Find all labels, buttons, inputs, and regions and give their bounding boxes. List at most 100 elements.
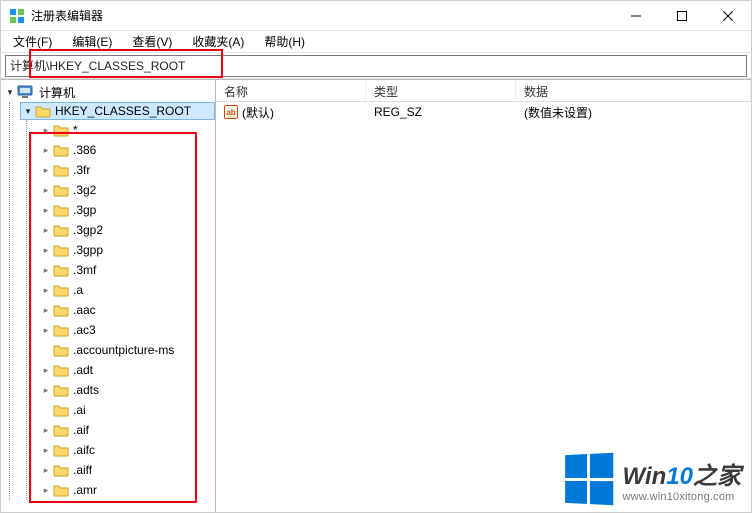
expander-icon[interactable]: ▸ [39, 245, 53, 256]
list-pane: 名称 类型 数据 ab (默认) REG_SZ (数值未设置) [216, 80, 751, 512]
expander-icon[interactable]: ▸ [39, 425, 53, 436]
tree-item[interactable]: ▸ * [39, 120, 215, 140]
tree-item-label: * [73, 123, 78, 137]
folder-icon [53, 383, 69, 397]
tree-item[interactable]: .ai [39, 400, 215, 420]
tree-item-label: .ai [73, 403, 86, 417]
col-header-type[interactable]: 类型 [366, 80, 516, 101]
tree-item-label: .adts [73, 383, 99, 397]
tree-item[interactable]: ▸ .aiff [39, 460, 215, 480]
address-input[interactable] [10, 59, 742, 73]
address-bar[interactable] [5, 55, 747, 77]
value-type: REG_SZ [366, 105, 516, 119]
tree-item-label: .aif [73, 423, 89, 437]
tree-item[interactable]: ▸ .3gp2 [39, 220, 215, 240]
tree-item[interactable]: ▸ .ac3 [39, 320, 215, 340]
folder-icon [53, 343, 69, 357]
expander-icon[interactable]: ▸ [39, 225, 53, 236]
tree-item-label: .3mf [73, 263, 96, 277]
folder-icon [53, 163, 69, 177]
folder-icon [53, 323, 69, 337]
folder-icon [53, 123, 69, 137]
expander-icon[interactable]: ▸ [39, 465, 53, 476]
expander-icon[interactable]: ▸ [39, 265, 53, 276]
table-row[interactable]: ab (默认) REG_SZ (数值未设置) [216, 102, 751, 122]
expander-icon[interactable]: ▾ [3, 87, 17, 98]
expander-icon[interactable]: ▸ [39, 445, 53, 456]
tree-item[interactable]: ▸ .adts [39, 380, 215, 400]
computer-icon [17, 85, 33, 99]
menu-file[interactable]: 文件(F) [7, 31, 58, 52]
expander-icon[interactable]: ▸ [39, 325, 53, 336]
tree-item-label: .3gp2 [73, 223, 103, 237]
expander-icon[interactable]: ▸ [39, 145, 53, 156]
tree-item-label: .adt [73, 363, 93, 377]
expander-icon[interactable]: ▸ [39, 165, 53, 176]
value-name: (默认) [242, 104, 274, 121]
expander-icon[interactable]: ▸ [39, 485, 53, 496]
folder-icon [53, 183, 69, 197]
tree-item[interactable]: ▸ .3mf [39, 260, 215, 280]
addressbar-region [1, 53, 751, 79]
expander-icon[interactable]: ▸ [39, 305, 53, 316]
expander-icon[interactable]: ▸ [39, 385, 53, 396]
expander-icon[interactable]: ▸ [39, 185, 53, 196]
tree-item[interactable]: ▸ .adt [39, 360, 215, 380]
tree-pane[interactable]: ▾ 计算机 ▾ [1, 80, 216, 512]
expander-icon[interactable]: ▸ [39, 285, 53, 296]
folder-icon [53, 463, 69, 477]
list-rows[interactable]: ab (默认) REG_SZ (数值未设置) [216, 102, 751, 512]
tree-item[interactable]: .accountpicture-ms [39, 340, 215, 360]
tree-item-selected[interactable]: ▾ HKEY_CLASSES_ROOT ▸ * ▸ .386 ▸ [20, 102, 215, 500]
tree-item-label: .aiff [73, 463, 92, 477]
folder-icon [35, 104, 51, 118]
tree-item[interactable]: ▸ .amr [39, 480, 215, 500]
tree-item[interactable]: ▸ .aac [39, 300, 215, 320]
tree-item-label: .386 [73, 143, 96, 157]
tree-item[interactable]: ▸ .aifc [39, 440, 215, 460]
folder-icon [53, 303, 69, 317]
tree-item[interactable]: ▸ .3gpp [39, 240, 215, 260]
titlebar: 注册表编辑器 [1, 1, 751, 31]
tree-item[interactable]: ▸ .386 [39, 140, 215, 160]
folder-icon [53, 223, 69, 237]
tree-item-label: .ac3 [73, 323, 96, 337]
folder-icon [53, 203, 69, 217]
main-split: ▾ 计算机 ▾ [1, 79, 751, 512]
menubar: 文件(F) 编辑(E) 查看(V) 收藏夹(A) 帮助(H) [1, 31, 751, 53]
tree-item-label: HKEY_CLASSES_ROOT [55, 104, 191, 118]
close-button[interactable] [705, 1, 751, 31]
folder-icon [53, 363, 69, 377]
tree-root[interactable]: ▾ 计算机 ▾ [3, 82, 215, 500]
expander-icon[interactable]: ▸ [39, 205, 53, 216]
tree-item[interactable]: ▸ .3fr [39, 160, 215, 180]
folder-icon [53, 243, 69, 257]
expander-icon[interactable]: ▸ [39, 365, 53, 376]
tree-item[interactable]: ▸ .3gp [39, 200, 215, 220]
tree-root-label: 计算机 [37, 84, 75, 101]
menu-favorites[interactable]: 收藏夹(A) [186, 31, 250, 52]
expander-icon[interactable]: ▸ [39, 125, 53, 136]
menu-view[interactable]: 查看(V) [126, 31, 178, 52]
maximize-button[interactable] [659, 1, 705, 31]
expander-icon[interactable]: ▾ [21, 106, 35, 117]
tree-item-label: .3fr [73, 163, 90, 177]
app-icon [9, 8, 25, 24]
minimize-button[interactable] [613, 1, 659, 31]
tree-item-label: .aifc [73, 443, 95, 457]
tree-item[interactable]: ▸ .a [39, 280, 215, 300]
folder-icon [53, 283, 69, 297]
col-header-name[interactable]: 名称 [216, 80, 366, 101]
tree-item[interactable]: ▸ .3g2 [39, 180, 215, 200]
tree-item-label: .accountpicture-ms [73, 343, 174, 357]
folder-icon [53, 263, 69, 277]
menu-edit[interactable]: 编辑(E) [66, 31, 118, 52]
tree-item-label: .aac [73, 303, 96, 317]
menu-help[interactable]: 帮助(H) [258, 31, 311, 52]
tree-item[interactable]: ▸ .aif [39, 420, 215, 440]
col-header-data[interactable]: 数据 [516, 80, 751, 101]
value-data: (数值未设置) [516, 104, 751, 121]
folder-icon [53, 443, 69, 457]
tree-item-label: .amr [73, 483, 97, 497]
folder-icon [53, 423, 69, 437]
